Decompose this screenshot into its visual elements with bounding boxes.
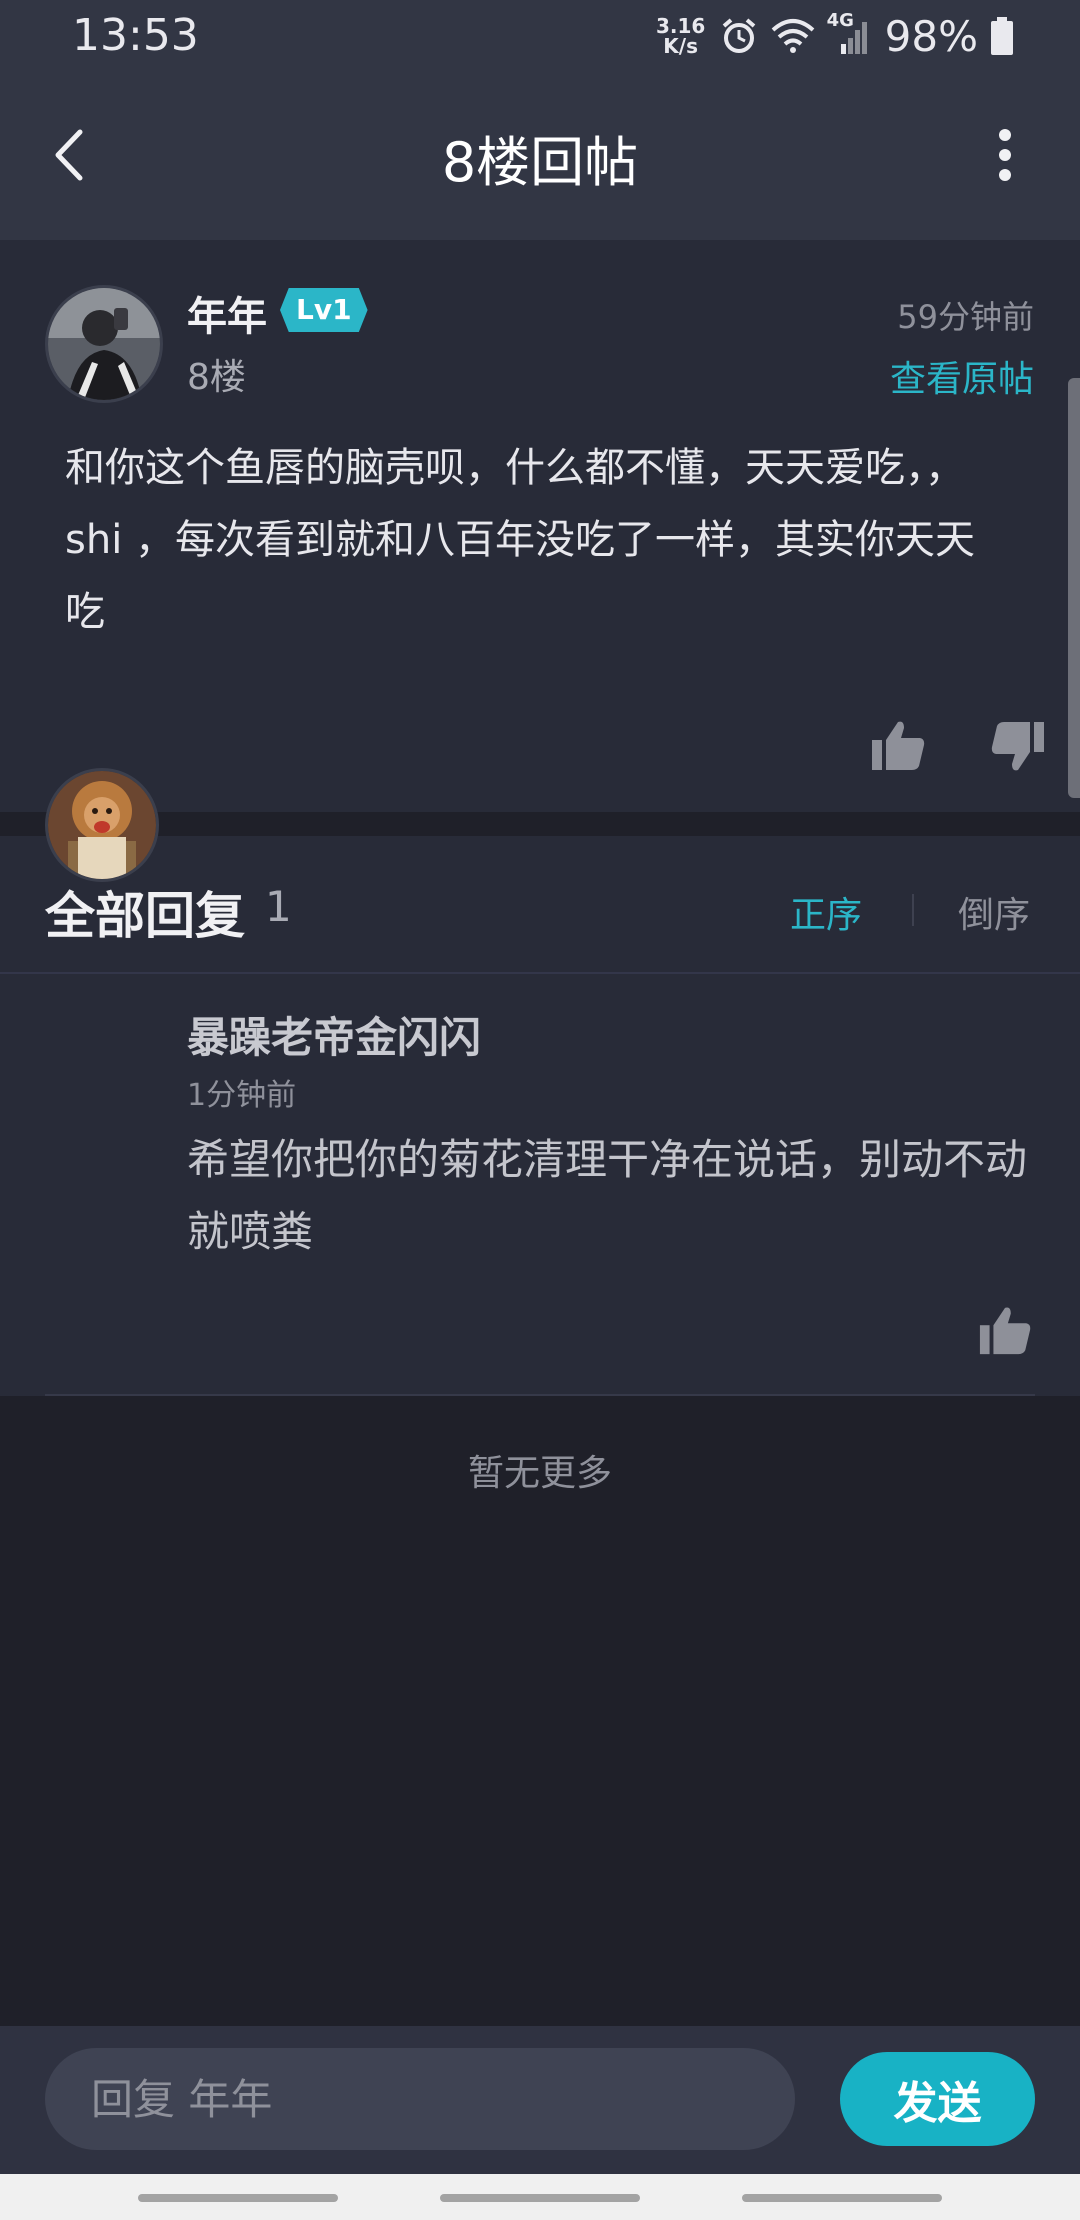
sort-ascending-button[interactable]: 正序 bbox=[790, 886, 862, 938]
sort-divider bbox=[912, 894, 914, 926]
more-options-button[interactable] bbox=[970, 120, 1040, 190]
more-dot-icon bbox=[999, 149, 1011, 161]
replies-title: 全部回复 bbox=[45, 887, 245, 945]
floor-number: 8楼 bbox=[187, 357, 246, 398]
avatar-image bbox=[48, 288, 160, 400]
more-dot-icon bbox=[999, 129, 1011, 141]
nav-recents-handle[interactable] bbox=[138, 2194, 338, 2202]
top-bar: 13:53 3.16 K/s 4G 98% 8楼回帖 bbox=[0, 0, 1080, 240]
level-badge: Lv1 bbox=[280, 288, 368, 332]
net-speed-value: 3.16 bbox=[655, 14, 706, 38]
system-nav-bar bbox=[0, 2174, 1080, 2220]
battery-text: 98% bbox=[884, 11, 978, 61]
send-button[interactable]: 发送 bbox=[840, 2052, 1035, 2146]
wifi-icon bbox=[771, 19, 814, 53]
replies-section: 全部回复 1 正序 倒序 bbox=[0, 836, 1080, 1396]
thumbs-up-icon bbox=[979, 1307, 1031, 1355]
nav-home-handle[interactable] bbox=[440, 2194, 640, 2202]
page-title: 8楼回帖 bbox=[441, 131, 639, 194]
divider bbox=[0, 972, 1080, 974]
status-icons: 3.16 K/s 4G 98% bbox=[655, 10, 1014, 61]
dislike-button[interactable] bbox=[990, 718, 1046, 774]
divider bbox=[45, 1394, 1035, 1396]
sort-descending-button[interactable]: 倒序 bbox=[958, 886, 1030, 938]
status-time: 13:53 bbox=[72, 10, 199, 61]
signal-indicator: 4G bbox=[827, 10, 867, 56]
thumbs-down-icon bbox=[991, 722, 1044, 771]
reply-like-button[interactable] bbox=[978, 1304, 1032, 1358]
like-button[interactable] bbox=[870, 718, 926, 774]
avatar-image bbox=[48, 771, 156, 879]
signal-icon bbox=[840, 22, 867, 54]
author-name[interactable]: 年年 bbox=[187, 284, 267, 342]
net-speed-unit: K/s bbox=[663, 34, 698, 58]
reply-avatar[interactable] bbox=[45, 768, 159, 882]
battery-icon bbox=[991, 17, 1013, 55]
reply-composer: 发送 bbox=[0, 2026, 1080, 2174]
net-speed: 3.16 K/s bbox=[655, 16, 707, 56]
post-time: 59分钟前 bbox=[897, 298, 1034, 336]
reply-content: 希望你把你的菊花清理干净在说话，别动不动就喷粪 bbox=[187, 1135, 1028, 1256]
thumbs-up-icon bbox=[872, 721, 925, 770]
post-content: 和你这个鱼唇的脑壳呗，什么都不懂，天天爱吃，，shi ，每次看到就和八百年没吃了… bbox=[65, 445, 976, 635]
alarm-icon bbox=[722, 18, 755, 53]
scrollbar[interactable] bbox=[1068, 378, 1080, 798]
more-dot-icon bbox=[999, 169, 1011, 181]
view-original-link[interactable]: 查看原帖 bbox=[890, 350, 1034, 402]
author-avatar[interactable] bbox=[45, 285, 163, 403]
replies-count: 1 bbox=[265, 882, 292, 931]
reply-author-name[interactable]: 暴躁老帝金闪闪 bbox=[187, 1004, 481, 1065]
reply-input[interactable] bbox=[45, 2048, 795, 2150]
floor-post-card: 年年 Lv1 8楼 59分钟前 查看原帖 和你这个鱼唇的脑壳呗，什么都不懂，天天… bbox=[0, 240, 1080, 812]
app-root: 13:53 3.16 K/s 4G 98% 8楼回帖 年年 Lv1 8楼 59分… bbox=[0, 0, 1080, 2220]
no-more-text: 暂无更多 bbox=[467, 1453, 612, 1494]
reply-time: 1分钟前 bbox=[187, 1078, 297, 1113]
nav-back-handle[interactable] bbox=[742, 2194, 942, 2202]
